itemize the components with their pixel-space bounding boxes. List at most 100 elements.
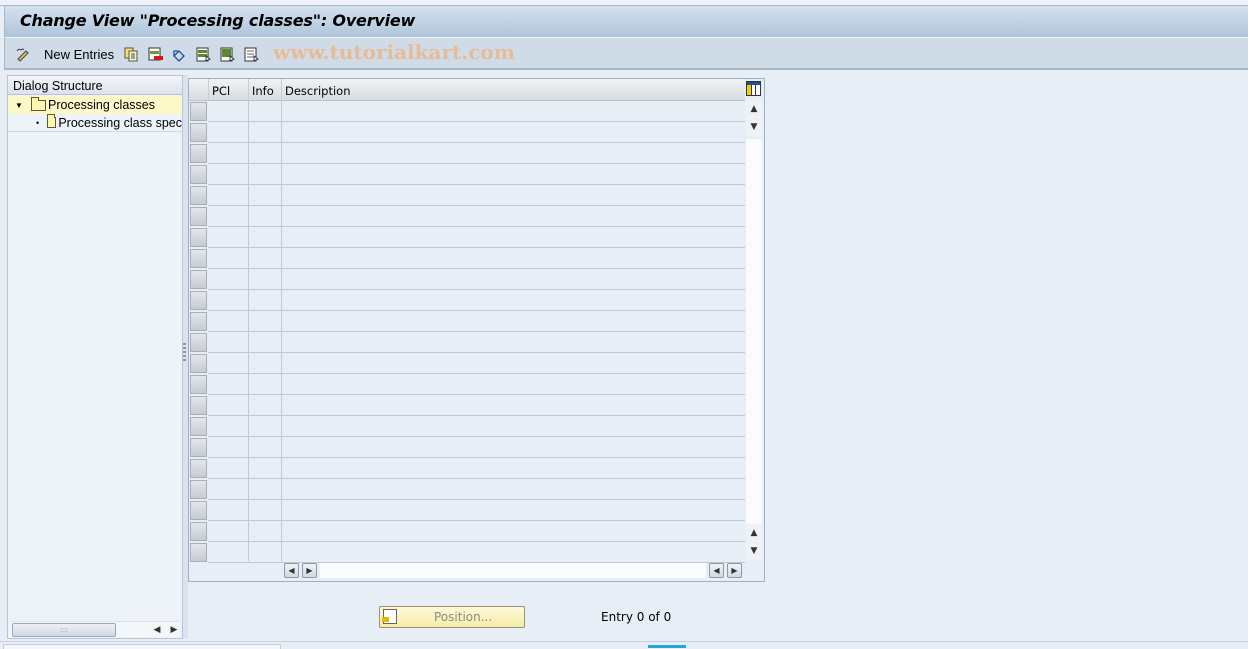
title-bar: Change View "Processing classes": Overvi… [4,6,1248,37]
entry-count: Entry 0 of 0 [601,610,672,624]
row-selector[interactable] [190,249,207,268]
tree-node-label: Processing classes [48,98,155,112]
table-row[interactable] [208,206,745,227]
table-row[interactable] [208,458,745,479]
row-selector[interactable] [190,396,207,415]
row-selector[interactable] [190,228,207,247]
row-selector[interactable] [190,354,207,373]
select-all-button[interactable] [196,45,211,63]
new-entries-button[interactable]: New Entries [44,45,114,63]
scroll-far-left-icon[interactable]: ◀ [709,563,724,578]
column-header-info[interactable]: Info [248,79,281,101]
scroll-left-icon[interactable]: ◀ [150,623,164,637]
position-icon [382,609,397,624]
status-bar [0,641,1248,649]
row-selector[interactable] [190,102,207,121]
row-selector[interactable] [190,291,207,310]
position-button[interactable]: Position... [379,606,525,628]
table-row[interactable] [208,290,745,311]
column-divider [248,101,249,561]
table-row[interactable] [208,311,745,332]
scroll-far-right-icon[interactable]: ▶ [727,563,742,578]
scroll-down-icon[interactable]: ▼ [745,118,763,136]
table-row[interactable] [208,164,745,185]
dialog-structure-header: Dialog Structure [8,76,182,95]
undo-change-icon [173,49,185,62]
table-row[interactable] [208,500,745,521]
table-row[interactable] [208,185,745,206]
table-row[interactable] [208,353,745,374]
change-display-icon [16,48,29,62]
table-row[interactable] [208,101,745,122]
row-selector[interactable] [190,123,207,142]
table-row[interactable] [208,542,745,563]
row-selector[interactable] [190,144,207,163]
table-control: PCl Info Description ▲ ▼ ▲ ▼ ◀ ▶ ◀ ▶ [188,78,765,582]
row-selector[interactable] [190,186,207,205]
table-header: PCl Info Description [189,79,745,101]
undo-change-button[interactable] [172,45,187,63]
table-row[interactable] [208,395,745,416]
row-selector[interactable] [190,333,207,352]
status-message-field [3,644,281,649]
dialog-structure-panel: Dialog Structure ▼ Processing classes • … [7,75,183,639]
copy-as-button[interactable] [124,45,139,63]
row-selector[interactable] [190,417,207,436]
scroll-left-icon[interactable]: ◀ [284,563,299,578]
table-row[interactable] [208,521,745,542]
delete-button[interactable] [148,45,163,63]
scroll-right-icon[interactable]: ▶ [167,623,181,637]
table-row[interactable] [208,479,745,500]
column-header-description[interactable]: Description [281,79,745,101]
watermark: www.tutorialkart.com [273,40,515,64]
position-button-label: Position... [434,610,493,624]
row-selector[interactable] [190,165,207,184]
table-row[interactable] [208,122,745,143]
row-selector[interactable] [190,522,207,541]
copy-as-icon [124,47,138,61]
scroll-right-icon[interactable]: ▶ [302,563,317,578]
select-all-icon [196,47,211,62]
select-block-button[interactable] [220,45,235,63]
row-selector[interactable] [190,312,207,331]
scroll-thumb[interactable]: ::: [12,623,116,637]
deselect-all-button[interactable] [244,45,259,63]
table-row[interactable] [208,269,745,290]
scroll-page-down-icon[interactable]: ▼ [745,542,763,560]
row-selector[interactable] [190,543,207,562]
select-all-rows-cell[interactable] [189,79,208,101]
splitter-grip-icon [183,343,186,361]
folder-icon [47,114,57,128]
row-selector[interactable] [190,270,207,289]
tree-node-label: Processing class spec [58,115,182,130]
folder-open-icon [31,96,46,111]
change-display-button[interactable] [15,45,30,63]
page-title: Change View "Processing classes": Overvi… [20,11,416,30]
row-selector[interactable] [190,207,207,226]
horizontal-scroll-track[interactable] [320,563,706,578]
table-row[interactable] [208,437,745,458]
table-row[interactable] [208,416,745,437]
row-selector[interactable] [190,459,207,478]
table-row[interactable] [208,332,745,353]
scroll-up-icon[interactable]: ▲ [745,100,763,118]
table-row[interactable] [208,248,745,269]
row-selector[interactable] [190,480,207,499]
column-header-pcl[interactable]: PCl [208,79,248,101]
new-entries-label: New Entries [44,46,115,62]
column-divider [281,101,282,561]
table-row[interactable] [208,227,745,248]
row-selector[interactable] [190,438,207,457]
column-settings-icon[interactable] [746,81,761,96]
vertical-scroll-track[interactable] [746,139,762,524]
expand-triangle-icon[interactable]: ▼ [15,101,25,110]
tree-node-processing-classes[interactable]: ▼ Processing classes [8,96,182,114]
row-selector[interactable] [190,375,207,394]
table-row[interactable] [208,143,745,164]
tree-node-processing-class-spec[interactable]: • Processing class spec [8,114,182,132]
scroll-page-up-icon[interactable]: ▲ [745,524,763,542]
table-row[interactable] [208,374,745,395]
row-selector[interactable] [190,501,207,520]
dialog-structure-hscroll[interactable]: ::: ◀ ▶ [10,621,180,637]
bullet-icon: • [36,117,40,128]
